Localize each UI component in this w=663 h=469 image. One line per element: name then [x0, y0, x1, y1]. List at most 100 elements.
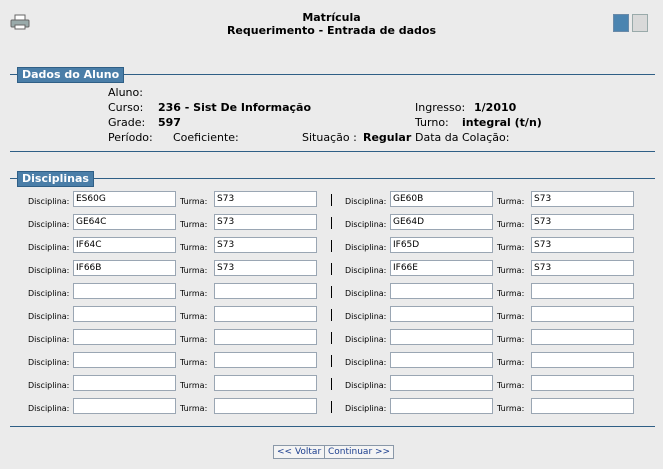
turma-input-left[interactable] [214, 191, 317, 207]
disciplina-input-left[interactable] [73, 375, 176, 391]
section-title-disciplinas: Disciplinas [17, 171, 94, 187]
turma-label: Turma: [497, 243, 525, 252]
column-separator [331, 217, 332, 229]
turma-label: Turma: [180, 404, 208, 413]
disciplina-row: Disciplina: Turma: Disciplina: Turma: [0, 283, 663, 303]
turma-input-right[interactable] [531, 260, 634, 276]
column-separator [331, 194, 332, 206]
disciplina-input-right[interactable] [390, 191, 493, 207]
turma-label: Turma: [497, 381, 525, 390]
column-separator [331, 240, 332, 252]
turma-input-right[interactable] [531, 352, 634, 368]
disciplina-label: Disciplina: [345, 266, 387, 275]
disciplina-label: Disciplina: [345, 358, 387, 367]
turma-label: Turma: [497, 197, 525, 206]
page-title: Matrícula [302, 11, 361, 24]
disciplina-label: Disciplina: [345, 381, 387, 390]
disciplina-input-right[interactable] [390, 260, 493, 276]
disciplina-input-left[interactable] [73, 283, 176, 299]
disciplina-label: Disciplina: [28, 266, 70, 275]
disciplina-input-right[interactable] [390, 375, 493, 391]
turma-label: Turma: [180, 381, 208, 390]
disciplina-row: Disciplina: Turma: Disciplina: Turma: [0, 352, 663, 372]
ingresso-label: Ingresso: [415, 101, 466, 114]
turno-label: Turno: [415, 116, 449, 129]
grade-value: 597 [158, 116, 181, 129]
column-separator [331, 286, 332, 298]
turma-label: Turma: [180, 312, 208, 321]
turma-input-right[interactable] [531, 191, 634, 207]
window-layout-gray-button[interactable] [632, 14, 648, 32]
column-separator [331, 401, 332, 413]
disciplina-input-left[interactable] [73, 214, 176, 230]
column-separator [331, 378, 332, 390]
turma-input-left[interactable] [214, 306, 317, 322]
turma-input-left[interactable] [214, 260, 317, 276]
turma-input-right[interactable] [531, 214, 634, 230]
disciplina-input-left[interactable] [73, 398, 176, 414]
disciplina-label: Disciplina: [345, 243, 387, 252]
turma-input-left[interactable] [214, 214, 317, 230]
disciplina-input-right[interactable] [390, 214, 493, 230]
disciplina-label: Disciplina: [345, 220, 387, 229]
turma-label: Turma: [497, 358, 525, 367]
turno-value: integral (t/n) [462, 116, 542, 129]
turma-input-left[interactable] [214, 398, 317, 414]
disciplina-input-left[interactable] [73, 306, 176, 322]
disciplina-label: Disciplina: [345, 197, 387, 206]
turma-label: Turma: [497, 335, 525, 344]
grade-label: Grade: [108, 116, 146, 129]
turma-input-right[interactable] [531, 283, 634, 299]
window-layout-blue-button[interactable] [613, 14, 629, 32]
disciplina-input-right[interactable] [390, 237, 493, 253]
turma-input-left[interactable] [214, 283, 317, 299]
turma-input-left[interactable] [214, 329, 317, 345]
disciplina-input-left[interactable] [73, 191, 176, 207]
disciplina-row: Disciplina: Turma: Disciplina: Turma: [0, 214, 663, 234]
disciplina-input-right[interactable] [390, 398, 493, 414]
data-colacao-label: Data da Colação: [415, 131, 510, 144]
ingresso-value: 1/2010 [474, 101, 517, 114]
continuar-button[interactable]: Continuar >> [324, 445, 395, 459]
turma-input-right[interactable] [531, 398, 634, 414]
section-divider [10, 151, 655, 152]
disciplina-input-left[interactable] [73, 352, 176, 368]
disciplina-input-left[interactable] [73, 237, 176, 253]
disciplina-input-right[interactable] [390, 283, 493, 299]
situacao-label: Situação : [302, 131, 357, 144]
disciplina-row: Disciplina: Turma: Disciplina: Turma: [0, 329, 663, 349]
turma-label: Turma: [180, 197, 208, 206]
column-separator [331, 355, 332, 367]
disciplina-input-left[interactable] [73, 329, 176, 345]
disciplina-label: Disciplina: [28, 358, 70, 367]
turma-label: Turma: [180, 220, 208, 229]
turma-input-right[interactable] [531, 306, 634, 322]
disciplina-input-right[interactable] [390, 329, 493, 345]
turma-label: Turma: [180, 358, 208, 367]
curso-value: 236 - Sist De Informação [158, 101, 312, 114]
turma-input-right[interactable] [531, 237, 634, 253]
disciplina-row: Disciplina: Turma: Disciplina: Turma: [0, 375, 663, 395]
turma-input-right[interactable] [531, 375, 634, 391]
section-divider [10, 426, 655, 427]
disciplina-input-right[interactable] [390, 352, 493, 368]
turma-label: Turma: [180, 335, 208, 344]
disciplina-row: Disciplina: Turma: Disciplina: Turma: [0, 237, 663, 257]
disciplina-label: Disciplina: [345, 312, 387, 321]
periodo-label: Período: [108, 131, 153, 144]
disciplina-row: Disciplina: Turma: Disciplina: Turma: [0, 191, 663, 211]
voltar-button[interactable]: << Voltar [273, 445, 326, 459]
disciplina-label: Disciplina: [28, 312, 70, 321]
column-separator [331, 263, 332, 275]
disciplina-label: Disciplina: [28, 243, 70, 252]
turma-input-left[interactable] [214, 352, 317, 368]
disciplina-input-left[interactable] [73, 260, 176, 276]
turma-input-left[interactable] [214, 237, 317, 253]
turma-label: Turma: [497, 289, 525, 298]
disciplina-input-right[interactable] [390, 306, 493, 322]
disciplina-label: Disciplina: [28, 220, 70, 229]
turma-input-left[interactable] [214, 375, 317, 391]
disciplina-label: Disciplina: [28, 197, 70, 206]
column-separator [331, 309, 332, 321]
turma-input-right[interactable] [531, 329, 634, 345]
